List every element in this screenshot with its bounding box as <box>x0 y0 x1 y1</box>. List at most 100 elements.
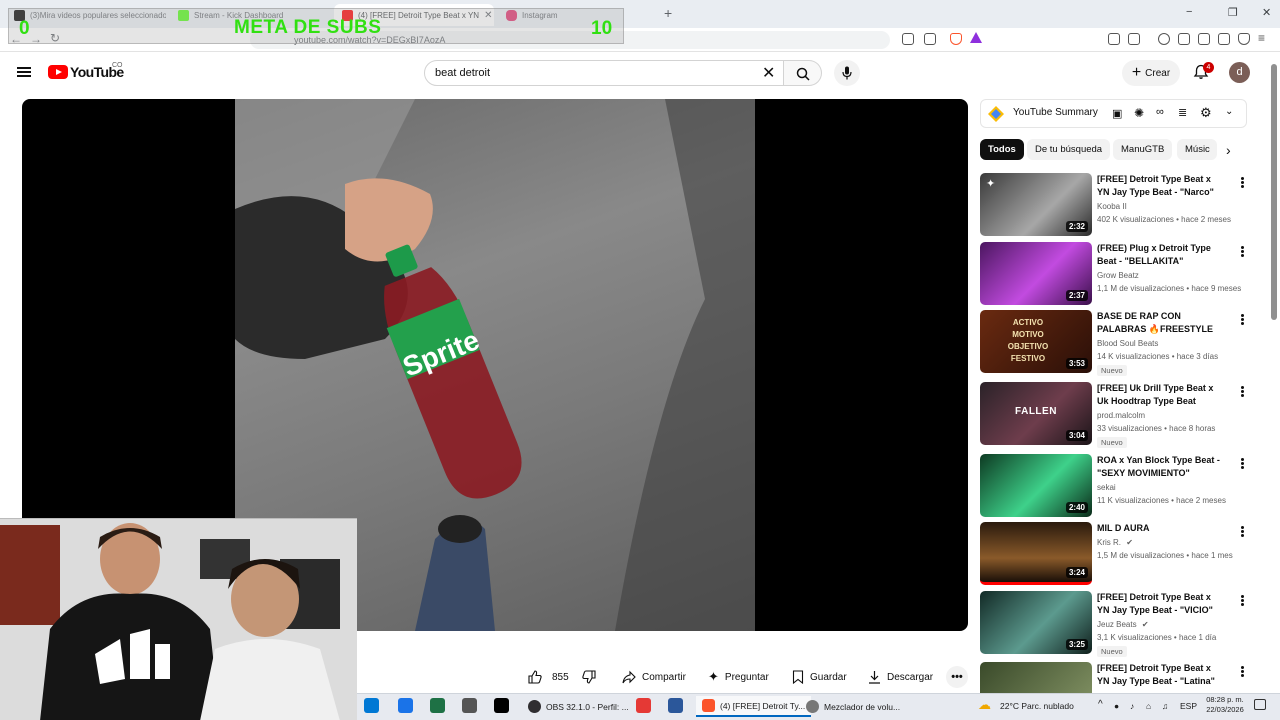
video-title[interactable]: [FREE] Detroit Type Beat x YN Jay Type B… <box>1097 662 1225 687</box>
brave-rewards-icon[interactable] <box>970 32 982 43</box>
tiktok-icon[interactable] <box>494 698 509 713</box>
video-channel[interactable]: Kris R. ✔ <box>1097 538 1133 547</box>
chip-manugtb[interactable]: ManuGTB <box>1113 139 1173 160</box>
taskbar-app-mixer[interactable]: Mezclador de volu... <box>800 696 906 717</box>
leo-icon[interactable] <box>1218 33 1230 45</box>
vpn-icon[interactable] <box>1238 33 1250 45</box>
share-icon[interactable] <box>924 33 936 45</box>
video-thumbnail[interactable]: ACTIVO MOTIVO OBJETIVO FESTIVO 3:53 <box>980 310 1092 373</box>
video-thumbnail[interactable]: 3:25 <box>980 591 1092 654</box>
search-input[interactable]: beat detroit <box>424 60 784 86</box>
video-title[interactable]: MIL D AURA <box>1097 522 1225 535</box>
cast-icon[interactable] <box>902 33 914 45</box>
youtube-logo-icon[interactable] <box>48 65 68 79</box>
summary-icon[interactable]: ▣ <box>1112 107 1122 120</box>
video-title[interactable]: [FREE] Detroit Type Beat x YN Jay Type B… <box>1097 173 1225 198</box>
guide-menu-icon[interactable] <box>17 67 31 69</box>
video-menu-icon[interactable] <box>1241 177 1244 180</box>
video-title[interactable]: [FREE] Detroit Type Beat x YN Jay Type B… <box>1097 591 1225 616</box>
openai-icon[interactable]: ✺ <box>1134 106 1144 120</box>
related-video[interactable]: 3:24 MIL D AURA Kris R. ✔ 1,5 M de visua… <box>980 522 1250 586</box>
chip-todos[interactable]: Todos <box>980 139 1024 160</box>
microphone-icon[interactable]: ♪ <box>1130 701 1134 711</box>
video-channel[interactable]: Blood Soul Beats <box>1097 339 1158 348</box>
waveform-icon[interactable]: ≣ <box>1178 106 1187 119</box>
music-icon[interactable] <box>1158 33 1170 45</box>
new-tab-button[interactable]: + <box>664 5 672 21</box>
share-button[interactable]: Compartir <box>622 666 686 688</box>
chevron-down-icon[interactable]: ⌄ <box>1225 106 1233 117</box>
volume-icon[interactable]: ♫ <box>1162 701 1168 711</box>
video-menu-icon[interactable] <box>1241 314 1244 317</box>
video-channel[interactable]: Kooba II <box>1097 202 1127 211</box>
network-icon[interactable]: ⌂ <box>1146 701 1151 711</box>
chip-de-tu-busqueda[interactable]: De tu búsqueda <box>1027 139 1111 160</box>
like-button[interactable]: 855 <box>528 666 569 688</box>
page-scrollbar[interactable] <box>1271 64 1277 320</box>
extension-icon[interactable] <box>1108 33 1120 45</box>
tray-app-icon[interactable]: ● <box>1114 701 1119 711</box>
video-title[interactable]: ROA x Yan Block Type Beat - "SEXY MOVIMI… <box>1097 454 1225 479</box>
related-video[interactable]: FALLEN 3:04 [FREE] Uk Drill Type Beat x … <box>980 382 1250 450</box>
video-channel[interactable]: Grow Beatz <box>1097 271 1139 280</box>
excel-icon[interactable] <box>430 698 445 713</box>
brave-shield-icon[interactable] <box>950 33 962 45</box>
chip-musica[interactable]: Músic <box>1177 139 1217 160</box>
system-clock[interactable]: 08:28 p. m. 22/03/2026 <box>1204 695 1246 715</box>
create-button[interactable]: + Crear <box>1122 60 1180 86</box>
settings-gear-icon[interactable]: ⚙ <box>1200 105 1212 121</box>
account-avatar[interactable]: d <box>1229 62 1250 83</box>
video-title[interactable]: [FREE] Uk Drill Type Beat x Uk Hoodtrap … <box>1097 382 1225 407</box>
video-thumbnail[interactable] <box>980 662 1092 693</box>
weather-text[interactable]: 22°C Parc. nublado <box>1000 701 1074 711</box>
sidebar-icon[interactable] <box>1178 33 1190 45</box>
related-video[interactable]: 3:25 [FREE] Detroit Type Beat x YN Jay T… <box>980 591 1250 659</box>
more-actions-button[interactable]: ••• <box>946 666 968 688</box>
dislike-button[interactable] <box>582 666 596 688</box>
related-video[interactable]: ACTIVO MOTIVO OBJETIVO FESTIVO 3:53 BASE… <box>980 310 1250 378</box>
search-button[interactable] <box>784 60 822 86</box>
video-menu-icon[interactable] <box>1241 386 1244 389</box>
word-icon[interactable] <box>668 698 683 713</box>
video-title[interactable]: BASE DE RAP CON PALABRAS 🔥FREESTYLE RAP … <box>1097 310 1225 335</box>
video-menu-icon[interactable] <box>1241 246 1244 249</box>
maximize-button[interactable]: ❐ <box>1228 6 1238 19</box>
video-thumbnail[interactable]: 2:37 <box>980 242 1092 305</box>
taskbar-app-obs[interactable]: OBS 32.1.0 - Perfil: ... <box>522 696 635 717</box>
input-language[interactable]: ESP <box>1180 701 1197 711</box>
video-channel[interactable]: prod.malcolm <box>1097 411 1145 420</box>
video-menu-icon[interactable] <box>1241 666 1244 669</box>
video-channel[interactable]: Jeuz Beats ✔ <box>1097 620 1149 629</box>
taskbar-app-browser[interactable]: (4) [FREE] Detroit Ty... <box>696 696 812 717</box>
start-menu-icon[interactable] <box>364 698 379 713</box>
related-video[interactable]: 2:37 (FREE) Plug x Detroit Type Beat - "… <box>980 242 1250 306</box>
tray-chevron-icon[interactable]: ^ <box>1098 699 1103 710</box>
outlook-icon[interactable] <box>398 698 413 713</box>
download-button[interactable]: Descargar <box>868 666 933 688</box>
related-video[interactable]: [FREE] Detroit Type Beat x YN Jay Type B… <box>980 662 1250 693</box>
video-thumbnail[interactable]: 2:40 <box>980 454 1092 517</box>
save-button[interactable]: Guardar <box>792 666 847 688</box>
video-thumbnail[interactable]: FALLEN 3:04 <box>980 382 1092 445</box>
minimize-button[interactable]: − <box>1186 6 1192 18</box>
wallet-icon[interactable] <box>1198 33 1210 45</box>
terminal-icon[interactable] <box>462 698 477 713</box>
voice-search-button[interactable] <box>834 60 860 86</box>
notification-center-icon[interactable] <box>1254 699 1266 710</box>
video-menu-icon[interactable] <box>1241 526 1244 529</box>
video-thumbnail[interactable]: ✦ 2:32 <box>980 173 1092 236</box>
chevron-right-icon[interactable]: › <box>1226 142 1231 158</box>
related-video[interactable]: ✦ 2:32 [FREE] Detroit Type Beat x YN Jay… <box>980 173 1250 237</box>
glasses-icon[interactable]: ∞ <box>1156 106 1164 118</box>
extension-icon[interactable] <box>1128 33 1140 45</box>
related-video[interactable]: 2:40 ROA x Yan Block Type Beat - "SEXY M… <box>980 454 1250 518</box>
menu-icon[interactable]: ≡ <box>1258 31 1265 45</box>
app-icon[interactable] <box>636 698 651 713</box>
video-menu-icon[interactable] <box>1241 595 1244 598</box>
ask-button[interactable]: ✦ Preguntar <box>708 666 769 688</box>
video-menu-icon[interactable] <box>1241 458 1244 461</box>
video-channel[interactable]: sekai <box>1097 483 1116 492</box>
video-thumbnail[interactable]: 3:24 <box>980 522 1092 585</box>
clear-search-icon[interactable]: ✕ <box>762 63 775 83</box>
close-window-button[interactable]: ✕ <box>1262 6 1271 19</box>
